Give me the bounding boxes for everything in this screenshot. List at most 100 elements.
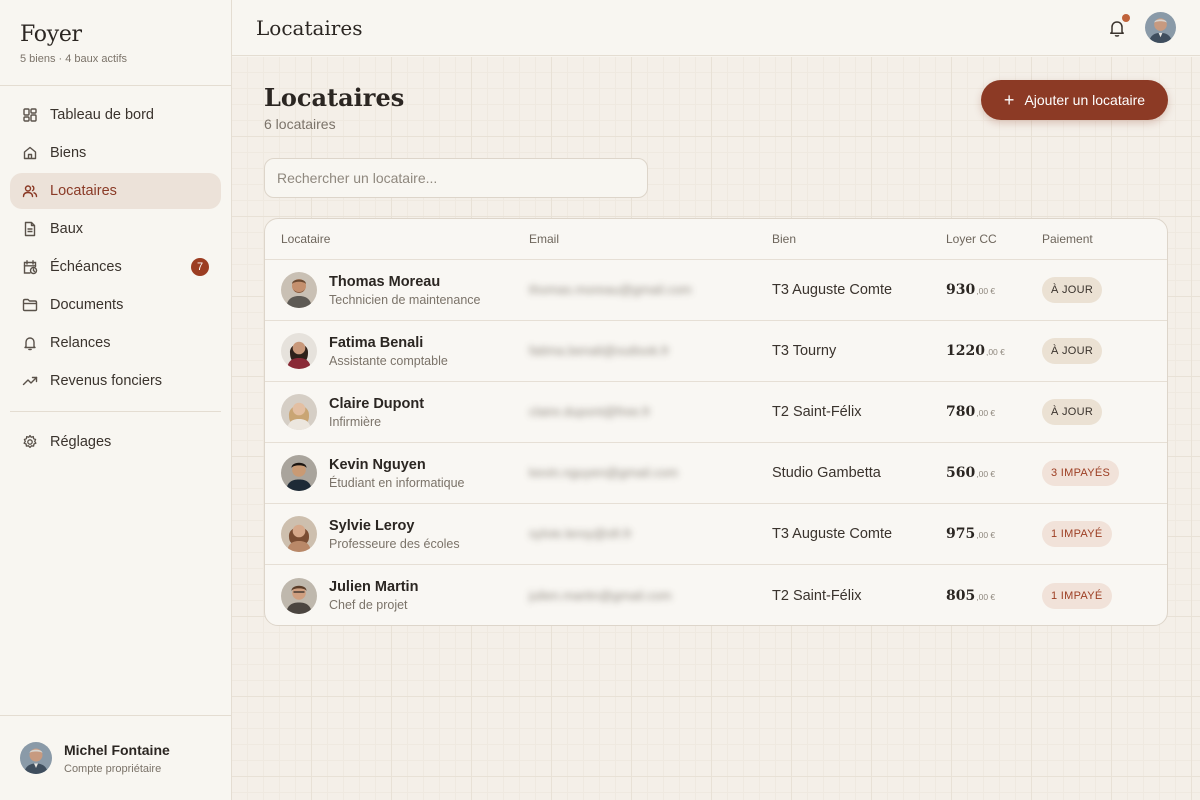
folder-icon [22,297,38,313]
sidebar-item-locataires[interactable]: Locataires [10,173,221,209]
sidebar-item-label: Réglages [50,434,112,450]
sidebar-item-revenus-fonciers[interactable]: Revenus fonciers [10,363,221,399]
tenant-info: Thomas Moreau Technicien de maintenance [329,274,481,307]
table-row[interactable]: Thomas Moreau Technicien de maintenance … [265,260,1167,321]
table-row[interactable]: Claire Dupont Infirmière claire.dupont@f… [265,382,1167,443]
notifications-button[interactable] [1107,13,1130,38]
sidebar-item-label: Tableau de bord [50,107,154,123]
tenant-property: T2 Saint-Félix [772,587,862,604]
table-row[interactable]: Sylvie Leroy Professeure des écoles sylv… [265,504,1167,565]
header-title: Locataires [256,15,363,40]
sidebar-item-label: Revenus fonciers [50,373,163,389]
tenant-cell: Thomas Moreau Technicien de maintenance [265,272,529,308]
column-header-property: Bien [772,232,797,246]
table-row[interactable]: Kevin Nguyen Étudiant en informatique ke… [265,443,1167,504]
tenant-info: Sylvie Leroy Professeure des écoles [329,518,460,551]
user-profile[interactable]: Michel Fontaine Compte propriétaire [0,715,231,800]
tenants-table: Locataire Email Bien Loyer CC Paiement T… [264,218,1168,626]
rent-cell: 975,00 € [946,525,1042,543]
sidebar-item-reglages[interactable]: Réglages [10,424,221,460]
tenant-email[interactable]: thomas.moreau@gmail.com [529,282,692,297]
tenant-cell: Fatima Benali Assistante comptable [265,333,529,369]
column-header-tenant: Locataire [281,232,331,246]
add-tenant-label: Ajouter un locataire [1024,92,1146,108]
payment-cell: À JOUR [1042,399,1152,425]
tenant-rent: 930 [946,282,976,298]
tenant-job: Chef de projet [329,598,408,612]
sidebar-item-relances[interactable]: Relances [10,325,221,361]
payment-cell: 1 IMPAYÉ [1042,521,1152,547]
tenant-avatar [281,516,317,552]
rent-cell: 780,00 € [946,403,1042,421]
tenant-name[interactable]: Kevin Nguyen [329,457,465,473]
app-subtitle: 5 biens · 4 baux actifs [20,53,128,65]
sidebar-item-label: Relances [50,335,111,351]
tenant-rent: 780 [946,404,976,420]
payment-status-badge: À JOUR [1042,277,1103,303]
tenant-job: Technicien de maintenance [329,292,481,307]
search-input[interactable] [264,158,648,198]
tenant-name[interactable]: Fatima Benali [329,335,448,351]
sidebar-item-label: Baux [50,221,84,237]
table-row[interactable]: Julien Martin Chef de projet julien.mart… [265,565,1167,625]
email-cell: sylvie.leroy@sfr.fr [529,525,772,543]
tenant-info: Fatima Benali Assistante comptable [329,335,448,368]
sidebar-item-biens[interactable]: Biens [10,135,221,171]
add-tenant-button[interactable]: + Ajouter un locataire [981,80,1168,120]
home-icon [22,145,38,161]
column-header-payment: Paiement [1042,232,1093,246]
tenant-cell: Kevin Nguyen Étudiant en informatique [265,455,529,491]
brand: Foyer 5 biens · 4 baux actifs [0,0,231,86]
main-content: Locataires 6 locataires + Ajouter un loc… [232,57,1200,800]
tenant-job: Assistante comptable [329,353,448,368]
dashboard-icon [22,107,38,123]
sidebar-item-echeances[interactable]: Échéances 7 [10,249,221,285]
tenant-email[interactable]: fatima.benali@outlook.fr [529,343,669,358]
top-bar: Locataires [232,0,1200,56]
header-avatar[interactable] [1145,12,1176,43]
payment-status-badge: 1 IMPAYÉ [1042,521,1112,547]
column-header-rent: Loyer CC [946,232,997,246]
tenant-avatar [281,577,317,614]
rent-cell: 1220,00 € [946,342,1042,360]
tenant-name[interactable]: Claire Dupont [329,396,424,412]
sidebar-item-tableau-de-bord[interactable]: Tableau de bord [10,97,221,133]
table-row[interactable]: Fatima Benali Assistante comptable fatim… [265,321,1167,382]
tenant-name[interactable]: Thomas Moreau [329,274,481,290]
rent-decimals: ,00 € [985,347,1005,357]
tenant-rent: 975 [946,526,976,542]
tenant-job: Professeure des écoles [329,536,460,551]
tenant-email[interactable]: kevin.nguyen@gmail.com [529,465,678,480]
rent-cell: 560,00 € [946,464,1042,482]
tenant-email[interactable]: claire.dupont@free.fr [529,404,651,419]
notification-dot [1122,13,1130,22]
rent-decimals: ,00 € [976,408,996,418]
tenant-name[interactable]: Sylvie Leroy [329,518,460,534]
tenant-cell: Sylvie Leroy Professeure des écoles [265,516,529,552]
rent-cell: 930,00 € [946,281,1042,299]
tenant-info: Kevin Nguyen Étudiant en informatique [329,457,465,490]
sidebar-item-label: Locataires [50,183,117,199]
tenant-property: T3 Tourny [772,343,837,359]
payment-cell: À JOUR [1042,277,1152,303]
tenant-rent: 560 [946,465,976,481]
sidebar-item-documents[interactable]: Documents [10,287,221,323]
table-header: Locataire Email Bien Loyer CC Paiement [265,219,1167,260]
tenant-cell: Julien Martin Chef de projet [265,577,529,614]
tenant-name[interactable]: Julien Martin [329,579,418,595]
sidebar-item-label: Échéances [50,259,122,275]
tenant-avatar [281,394,317,430]
tenant-info: Claire Dupont Infirmière [329,396,424,429]
tenant-email[interactable]: sylvie.leroy@sfr.fr [529,526,632,541]
tenant-info: Julien Martin Chef de projet [329,579,418,612]
tenant-email[interactable]: julien.martin@gmail.com [529,588,672,603]
payment-status-badge: 1 IMPAYÉ [1042,582,1112,609]
email-cell: fatima.benali@outlook.fr [529,342,772,360]
payment-status-badge: À JOUR [1042,399,1103,425]
email-cell: kevin.nguyen@gmail.com [529,464,772,482]
payment-cell: 1 IMPAYÉ [1042,582,1152,609]
sidebar-item-baux[interactable]: Baux [10,211,221,247]
payment-cell: 3 IMPAYÉS [1042,460,1152,486]
user-avatar [20,742,52,774]
sidebar: Foyer 5 biens · 4 baux actifs Tableau de… [0,0,232,800]
